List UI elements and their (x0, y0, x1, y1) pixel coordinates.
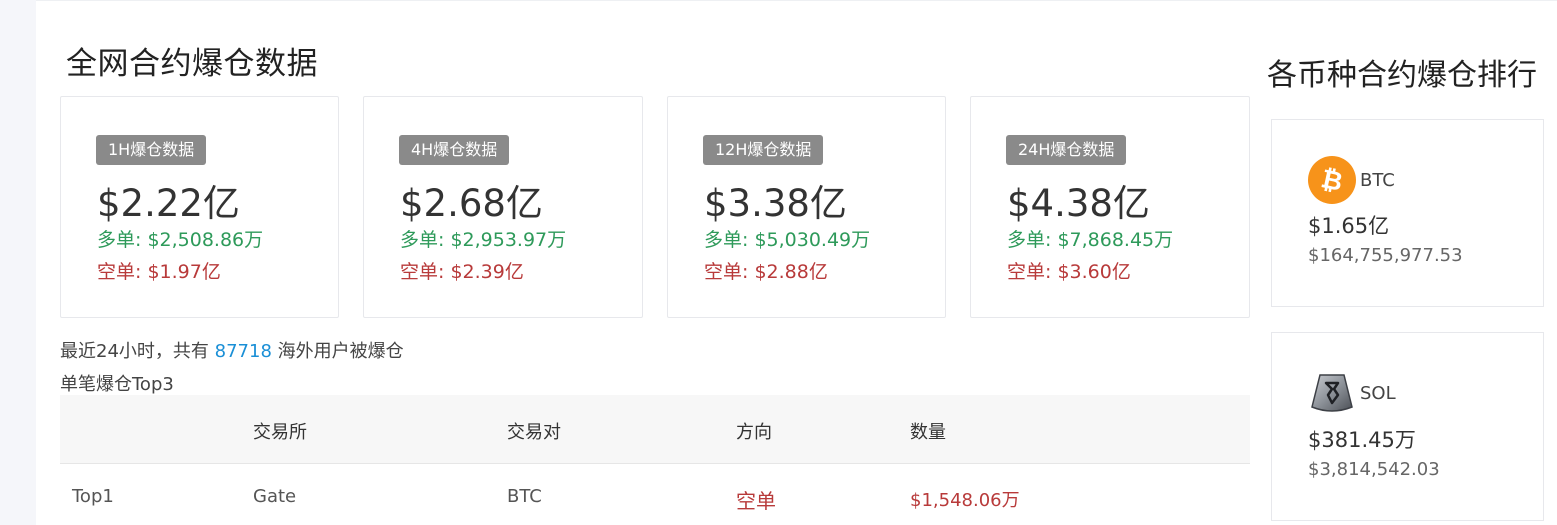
row-exchange: Gate (253, 486, 297, 507)
card-badge: 1H爆仓数据 (96, 135, 207, 165)
coin-card-btc[interactable]: ₿ BTC $1.65亿 $164,755,977.53 (1271, 119, 1544, 307)
card-badge: 4H爆仓数据 (399, 135, 510, 165)
top-divider (36, 0, 1557, 1)
coin-amount: $1.65亿 (1308, 214, 1390, 238)
col-amount: 数量 (910, 422, 946, 443)
card-total: $3.38亿 (704, 182, 847, 225)
coin-amount: $381.45万 (1308, 428, 1416, 452)
card-long: 多单: $5,030.49万 (704, 229, 871, 251)
stat-card-1h[interactable]: 1H爆仓数据 $2.22亿 多单: $2,508.86万 空单: $1.97亿 (60, 96, 339, 318)
col-pair: 交易对 (507, 422, 561, 443)
row-rank: Top1 (72, 486, 114, 507)
card-badge: 12H爆仓数据 (703, 135, 824, 165)
card-long: 多单: $2,508.86万 (97, 229, 264, 251)
ranking-title: 各币种合约爆仓排行 (1267, 58, 1537, 93)
summary-prefix: 最近24小时，共有 (60, 341, 209, 362)
col-direction: 方向 (736, 422, 772, 443)
row-direction: 空单 (736, 489, 776, 513)
card-total: $2.68亿 (400, 182, 543, 225)
page-title: 全网合约爆仓数据 (66, 46, 318, 82)
stat-card-12h[interactable]: 12H爆仓数据 $3.38亿 多单: $5,030.49万 空单: $2.88亿 (667, 96, 946, 318)
summary-suffix: 海外用户被爆仓 (277, 341, 404, 362)
card-total: $4.38亿 (1007, 182, 1150, 225)
card-long: 多单: $7,868.45万 (1007, 229, 1174, 251)
card-short: 空单: $3.60亿 (1007, 261, 1131, 283)
card-total: $2.22亿 (97, 182, 240, 225)
bitcoin-icon: ₿ (1308, 156, 1356, 204)
coin-name: SOL (1360, 383, 1396, 404)
stat-card-24h[interactable]: 24H爆仓数据 $4.38亿 多单: $7,868.45万 空单: $3.60亿 (970, 96, 1250, 318)
row-amount: $1,548.06万 (910, 490, 1020, 511)
coin-detail: $3,814,542.03 (1308, 459, 1440, 480)
card-short: 空单: $1.97亿 (97, 261, 221, 283)
left-strip (0, 0, 36, 525)
card-long: 多单: $2,953.97万 (400, 229, 567, 251)
col-exchange: 交易所 (253, 422, 307, 443)
table-row[interactable]: Top1 Gate BTC 空单 $1,548.06万 (60, 464, 1250, 525)
card-badge: 24H爆仓数据 (1006, 135, 1127, 165)
card-short: 空单: $2.88亿 (704, 261, 828, 283)
coin-name: BTC (1360, 170, 1395, 191)
stat-card-4h[interactable]: 4H爆仓数据 $2.68亿 多单: $2,953.97万 空单: $2.39亿 (363, 96, 643, 318)
top3-title: 单笔爆仓Top3 (60, 374, 174, 395)
row-pair: BTC (507, 486, 542, 507)
coin-detail: $164,755,977.53 (1308, 245, 1463, 266)
liquidation-summary: 最近24小时，共有 87718 海外用户被爆仓 (60, 337, 404, 363)
top3-table-header: 交易所 交易对 方向 数量 (60, 395, 1250, 464)
coin-card-sol[interactable]: SOL $381.45万 $3,814,542.03 (1271, 332, 1544, 521)
liquidated-user-count: 87718 (214, 341, 272, 362)
sol-rune-icon (1311, 374, 1353, 412)
card-short: 空单: $2.39亿 (400, 261, 524, 283)
